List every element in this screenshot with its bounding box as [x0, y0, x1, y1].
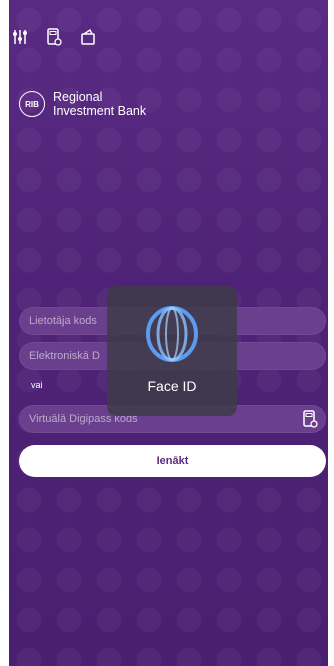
faceid-overlay: Face ID [107, 286, 237, 416]
settings-sliders-icon[interactable] [12, 28, 28, 46]
bank-name: Regional Investment Bank [53, 90, 146, 118]
top-toolbar [12, 28, 96, 46]
bank-name-line1: Regional [53, 90, 103, 104]
digipass-icon[interactable] [302, 410, 318, 428]
username-placeholder: Lietotāja kods [29, 315, 97, 327]
bank-name-line2: Investment Bank [53, 104, 147, 118]
login-button[interactable]: Ienākt [19, 445, 326, 477]
or-label: vai [31, 380, 43, 390]
digipass-icon[interactable] [46, 28, 62, 46]
bank-logo: RIB Regional Investment Bank [19, 90, 146, 118]
wallet-icon[interactable] [80, 28, 96, 46]
elektroniska-placeholder: Elektroniskā D [29, 350, 100, 362]
faceid-glyph-icon [146, 306, 198, 362]
faceid-label: Face ID [147, 378, 197, 394]
bank-badge: RIB [19, 91, 45, 117]
